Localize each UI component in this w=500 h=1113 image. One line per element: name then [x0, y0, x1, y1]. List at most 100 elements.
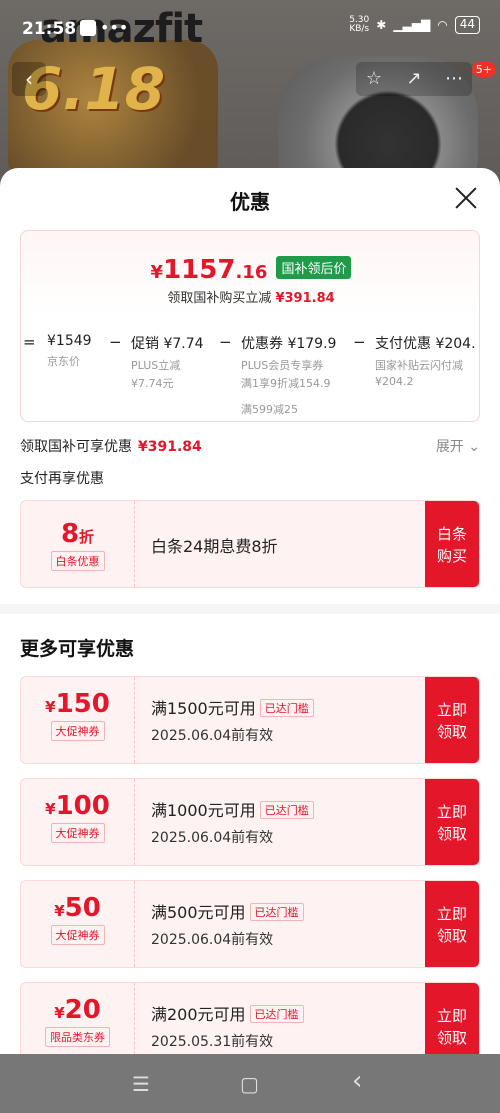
battery-level: 44	[454, 16, 480, 34]
coupon-amount: 20	[64, 995, 101, 1025]
back-nav-icon[interactable]: ‹	[352, 1066, 362, 1096]
subtitle-text: 领取国补购买立减	[167, 291, 272, 306]
bk-value: ¥1549	[47, 333, 92, 349]
threshold-badge: 已达门槛	[249, 903, 304, 921]
coupon-value: 8折 白条优惠	[21, 501, 135, 587]
coupon-title: 满1000元可用	[151, 801, 256, 820]
coupon-card: ¥20 限品类东券 满200元可用 已达门槛 2025.05.31前有效 立即领取	[20, 982, 480, 1054]
bk-label: 国家补贴云闪付减	[375, 359, 463, 372]
op-minus: −	[109, 333, 122, 351]
claim-coupon-button[interactable]: 立即领取	[425, 779, 479, 865]
app-notification-icon	[80, 20, 96, 36]
coupon-title: 满200元可用	[151, 1005, 246, 1024]
coupon-info: 白条24期息费8折	[151, 533, 278, 557]
subtitle-amount: ¥391.84	[275, 291, 335, 306]
coupon-currency: ¥	[54, 902, 65, 920]
price-card: ¥1157.16 国补领后价 领取国补购买立减 ¥391.84 = ¥1549 …	[20, 230, 480, 422]
coupon-card: ¥150 大促神券 满1500元可用 已达门槛 2025.06.04前有效 立即领…	[20, 676, 480, 764]
coupon-tag: 大促神券	[50, 823, 105, 843]
price-decimal: .16	[235, 262, 268, 283]
avail-text: 领取国补可享优惠	[20, 439, 132, 455]
baitiao-coupon: 8折 白条优惠 白条24期息费8折 白条购买	[20, 500, 480, 588]
system-navigation-bar: ☰ ▢ ‹	[0, 1054, 500, 1113]
bk-detail: ¥204.2	[375, 375, 414, 388]
recents-icon[interactable]: ☰	[132, 1072, 150, 1096]
claim-coupon-button[interactable]: 立即领取	[425, 677, 479, 763]
subsidy-available-row: 领取国补可享优惠 ¥391.84	[20, 436, 202, 456]
price-currency: ¥	[150, 262, 164, 283]
coupon-amount: 50	[64, 893, 101, 923]
coupon-title: 满500元可用	[151, 903, 246, 922]
coupon-amount: 150	[55, 689, 110, 719]
close-icon[interactable]	[454, 186, 478, 210]
final-price: ¥1157.16 国补领后价	[21, 255, 479, 285]
expand-button[interactable]: 展开 ⌄	[436, 436, 480, 456]
more-offers-title: 更多可享优惠	[20, 638, 135, 660]
claim-coupon-button[interactable]: 立即领取	[425, 983, 479, 1054]
coupon-expiry: 2025.06.04前有效	[151, 728, 274, 744]
home-icon[interactable]: ▢	[240, 1072, 259, 1096]
threshold-badge: 已达门槛	[259, 801, 314, 819]
bk-value: 优惠券 ¥179.9	[241, 336, 337, 352]
avail-amount: ¥391.84	[138, 439, 202, 455]
bk-detail-2: 满599减25	[241, 403, 298, 416]
coupon-value: ¥100 大促神券	[21, 779, 135, 865]
price-subtitle: 领取国补购买立减 ¥391.84	[21, 287, 479, 306]
pay-section-label: 支付再享优惠	[20, 471, 104, 487]
coupon-amount: 8	[60, 519, 80, 549]
baitiao-buy-button[interactable]: 白条购买	[425, 501, 479, 587]
status-bar: 21:58 ••• 5.30 KB/s ✱ ▁▃▅▇ ◠ 44	[0, 0, 500, 56]
coupon-unit: 折	[79, 528, 95, 546]
coupon-card: ¥50 大促神券 满500元可用 已达门槛 2025.06.04前有效 立即领取	[20, 880, 480, 968]
back-button[interactable]: ‹	[12, 62, 46, 96]
bk-label: PLUS立减	[131, 359, 181, 372]
threshold-badge: 已达门槛	[259, 699, 314, 717]
coupon-card: ¥100 大促神券 满1000元可用 已达门槛 2025.06.04前有效 立即领…	[20, 778, 480, 866]
coupon-tag: 限品类东券	[45, 1027, 110, 1047]
sheet-title: 优惠	[230, 190, 270, 214]
coupon-value: ¥20 限品类东券	[21, 983, 135, 1054]
claim-coupon-button[interactable]: 立即领取	[425, 881, 479, 967]
share-icon[interactable]: ↗	[396, 62, 432, 96]
section-divider	[0, 604, 500, 614]
bk-label: PLUS会员专享券	[241, 359, 324, 372]
price-integer: 1157	[163, 255, 236, 285]
signal-icon: ▁▃▅▇	[393, 18, 431, 32]
bk-detail: 满1享9折减154.9	[241, 377, 331, 390]
more-notifications-icon: •••	[100, 18, 129, 37]
coupon-value: ¥50 大促神券	[21, 881, 135, 967]
message-badge: 5+	[471, 62, 496, 77]
breakdown-item-promo: 促销 ¥7.74 PLUS立减 ¥7.74元	[131, 333, 204, 391]
coupon-tag: 大促神券	[50, 721, 105, 741]
coupon-info: 满1000元可用 已达门槛 2025.06.04前有效	[151, 797, 314, 847]
coupon-title: 白条24期息费8折	[151, 537, 278, 556]
coupon-info: 满1500元可用 已达门槛 2025.06.04前有效	[151, 695, 314, 745]
coupon-info: 满200元可用 已达门槛 2025.05.31前有效	[151, 1001, 304, 1051]
coupon-currency: ¥	[45, 698, 56, 716]
coupon-expiry: 2025.05.31前有效	[151, 1034, 274, 1050]
bk-label: 京东价	[47, 355, 80, 368]
coupon-tag: 大促神券	[50, 925, 105, 945]
op-minus: −	[219, 333, 232, 351]
bk-detail: ¥7.74元	[131, 377, 174, 390]
bluetooth-icon: ✱	[376, 18, 387, 32]
coupon-value: ¥150 大促神券	[21, 677, 135, 763]
favorite-star-icon[interactable]: ☆	[356, 62, 392, 96]
wifi-icon: ◠	[437, 18, 448, 32]
breakdown-item-payment: 支付优惠 ¥204. 国家补贴云闪付减 ¥204.2	[375, 333, 479, 388]
bk-value: 促销 ¥7.74	[131, 336, 204, 352]
price-breakdown: = ¥1549 京东价 − 促销 ¥7.74 PLUS立减 ¥7.74元 − 优…	[23, 333, 479, 421]
price-tag: 国补领后价	[276, 256, 352, 279]
coupon-expiry: 2025.06.04前有效	[151, 830, 274, 846]
status-indicators: 5.30 KB/s ✱ ▁▃▅▇ ◠ 44	[349, 16, 480, 34]
coupon-currency: ¥	[45, 800, 56, 818]
status-time: 21:58	[22, 19, 77, 39]
net-speed: 5.30 KB/s	[349, 15, 370, 34]
threshold-badge: 已达门槛	[249, 1005, 304, 1023]
breakdown-item-jd-price: ¥1549 京东价	[47, 333, 92, 369]
nav-actions: ☆ ↗ ⋯	[356, 62, 472, 96]
coupon-title: 满1500元可用	[151, 699, 256, 718]
coupon-currency: ¥	[54, 1004, 65, 1022]
coupon-info: 满500元可用 已达门槛 2025.06.04前有效	[151, 899, 304, 949]
more-icon[interactable]: ⋯	[436, 62, 472, 96]
